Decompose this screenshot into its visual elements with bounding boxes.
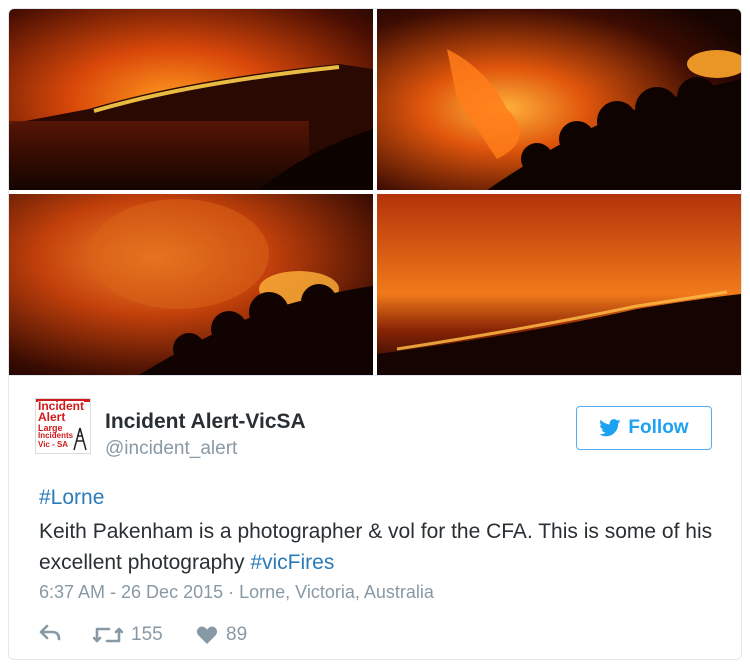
avatar-text-4: Incidents [38, 431, 74, 440]
tweet-text-main: Keith Pakenham is a photographer & vol f… [39, 520, 713, 574]
bird-icon [599, 419, 621, 437]
heart-icon [196, 626, 218, 644]
retweet-button[interactable]: 155 [93, 624, 163, 646]
retweet-icon [93, 627, 123, 643]
hashtag-vicfires[interactable]: #vicFires [250, 551, 334, 574]
tweet-text: Keith Pakenham is a photographer & vol f… [39, 516, 719, 578]
author-handle[interactable]: @incident_alert [105, 438, 237, 460]
follow-label: Follow [628, 417, 689, 438]
timestamp[interactable]: 6:37 AM - 26 Dec 2015 [39, 582, 223, 602]
hashtag-lorne[interactable]: #Lorne [39, 486, 104, 510]
avatar[interactable]: Incident Alert Large Incidents Vic - SA [35, 398, 91, 454]
meta-separator: · [223, 582, 240, 602]
fire-photo-2[interactable] [377, 9, 741, 190]
tower-icon [73, 427, 87, 451]
fire-photo-1[interactable] [9, 9, 373, 190]
follow-button[interactable]: Follow [576, 406, 712, 450]
tweet-body: Incident Alert Large Incidents Vic - SA … [9, 376, 741, 659]
reply-icon [39, 624, 61, 641]
location[interactable]: Lorne, Victoria, Australia [239, 582, 434, 602]
photo-grid [9, 9, 741, 375]
retweet-count: 155 [131, 624, 163, 645]
reply-button[interactable] [39, 624, 61, 642]
avatar-text-2: Alert [38, 410, 66, 424]
fire-photo-3[interactable] [9, 194, 373, 375]
avatar-text-5: Vic - SA [38, 440, 69, 449]
like-button[interactable]: 89 [196, 624, 247, 646]
fire-photo-4[interactable] [377, 194, 741, 375]
author-name[interactable]: Incident Alert-VicSA [105, 410, 306, 434]
like-count: 89 [226, 624, 248, 645]
tweet-meta: 6:37 AM - 26 Dec 2015 · Lorne, Victoria,… [39, 582, 434, 603]
tweet-card: Incident Alert Large Incidents Vic - SA … [8, 8, 742, 660]
